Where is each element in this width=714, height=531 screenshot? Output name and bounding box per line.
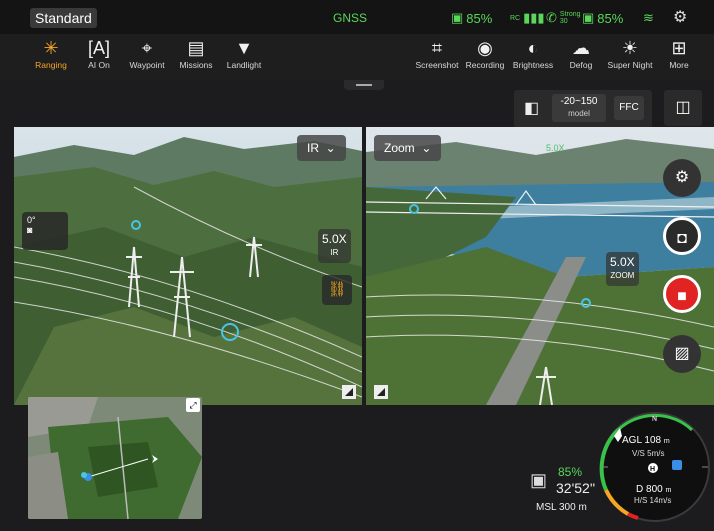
thermal-toolbar: ◧ -20~150 model FFC [514,90,652,128]
minimap[interactable] [28,397,202,519]
rc-battery-icon: ▣ [451,10,464,25]
gimbal-indicator: 0° ◙ [22,212,68,250]
aircraft-battery: ▣ 85% [582,10,623,26]
distance-label: D [636,484,643,495]
temperature-range-mode: model [568,109,590,118]
landlight-label: Landlight [226,60,262,70]
msl-value: 300 m [558,502,587,513]
camera-settings-icon[interactable]: ⚙ [663,159,701,197]
svg-text:AGL 108 m: AGL 108 m [622,435,670,446]
super-night-label: Super Night [607,60,653,70]
distance-value: 800 [646,484,663,495]
ir-lens-dropdown[interactable]: IR ⌄ [297,135,346,161]
flight-time: 32'52'' [556,480,596,496]
satellite-icon: ✆ [546,10,557,25]
overlay-zoom-text: 5.0X [546,143,565,153]
flight-mode-badge[interactable]: Standard [30,8,97,28]
vertical-speed: V/S 5m/s [632,449,664,458]
temperature-range-value: -20~150 [560,96,598,107]
ir-zoom-mode: IR [330,248,339,257]
rc-battery: ▣ 85% [451,10,492,26]
gimbal-angle: 0° [27,215,36,225]
link-icon[interactable]: ⛓ [322,275,352,305]
zoom-lens-dropdown[interactable]: Zoom ⌄ [374,135,442,161]
waypoint-icon: ⌖ [141,38,153,58]
home-label: H [650,466,655,473]
more-label: More [669,60,689,70]
horizontal-speed: H/S 14m/s [634,496,671,505]
expand-icon[interactable] [374,385,388,399]
wifi-icon: ≋ [643,10,654,25]
msl-label: MSL [536,502,557,513]
aircraft-battery-icon: ▣ [582,10,595,25]
record-video-button[interactable]: ■ [663,275,701,313]
ir-camera-view[interactable]: IR ⌄ 5.0X IR ⛓ [14,127,362,405]
waypoint-label: Waypoint [129,60,165,70]
wifi-status: ≋ [643,10,654,26]
expand-icon[interactable] [342,385,356,399]
ir-zoom-value: 5.0X [322,232,347,246]
video-camera-icon: ■ [677,288,687,305]
waypoint-button[interactable]: ⌖ Waypoint [119,36,175,70]
more-button[interactable]: ⊞ More [651,36,707,70]
function-toolbar: ✳ Ranging [A] AI On ⌖ Waypoint ▤ Mission… [0,34,714,80]
signal-bars-icon: ▮▮▮ [523,10,545,25]
more-icon: ⊞ [671,38,687,58]
landlight-icon: ▼ [235,38,253,58]
msl-readout: MSL 300 m [536,502,587,513]
zoom-lens-label: Zoom [384,141,415,155]
gimbal-camera-icon: ◙ [27,225,33,235]
agl-unit: m [664,438,670,445]
gallery-icon[interactable]: ▨ [663,335,701,373]
ir-lens-label: IR [307,141,319,155]
zoom-camera-view[interactable]: 5.0X Zoom ⌄ 5.0X ZOOM [366,127,714,405]
gnss-label: GNSS [333,11,368,25]
camera-icon: ◘ [677,230,687,247]
split-layout-icon[interactable]: ◫ [664,90,702,126]
zoom-value: 5.0X [610,255,635,269]
chevron-down-icon: ⌄ [322,141,336,155]
ir-scene-image [14,127,362,405]
status-bar: Standard GNSS ▣ 85% RC ▮▮▮ ✆ Strong 30 ▣ … [0,0,714,34]
super-night-icon: ☀ [621,38,639,58]
rc-signal-label: RC [510,14,521,22]
zoom-mode: ZOOM [610,271,635,280]
palette-icon[interactable]: ◧ [524,98,539,118]
zoom-scene-image: 5.0X [366,127,714,405]
temperature-range-button[interactable]: -20~150 model [552,94,606,122]
landlight-button[interactable]: ▼ Landlight [216,36,272,70]
ir-zoom-indicator[interactable]: 5.0X IR [318,229,351,263]
satellite-text: Strong 30 [559,11,581,25]
drone-battery-value: 85% [558,465,583,479]
agl-label: AGL [622,435,642,446]
distance-unit: m [665,487,671,494]
defog-icon: ☁ [572,38,590,58]
north-label: N [652,416,657,423]
rc-battery-value: 85% [466,10,493,26]
attitude-compass: N H AGL 108 m V/S 5m/s D 800 m H/S 14m/s [599,412,710,522]
toolbar-collapse-handle[interactable] [344,80,384,90]
super-night-button[interactable]: ☀ Super Night [602,36,658,70]
defog-label: Defog [569,60,593,70]
map-expand-icon[interactable]: ⤢ [186,398,200,412]
zoom-indicator[interactable]: 5.0X ZOOM [606,252,639,286]
minimap-image [28,397,202,519]
photo-shutter-button[interactable]: ◘ [663,217,701,255]
chevron-down-icon: ⌄ [418,141,432,155]
agl-value: 108 [644,435,661,446]
ffc-button[interactable]: FFC [614,96,644,120]
defog-button[interactable]: ☁ Defog [553,36,609,70]
rc-signal: RC ▮▮▮ [510,10,545,26]
settings-gear-icon[interactable]: ⚙ [673,7,687,27]
satellite-status: ✆ Strong 30 [546,10,581,26]
aircraft-battery-value: 85% [597,10,624,26]
drone-battery-icon: ▣ [530,470,548,490]
